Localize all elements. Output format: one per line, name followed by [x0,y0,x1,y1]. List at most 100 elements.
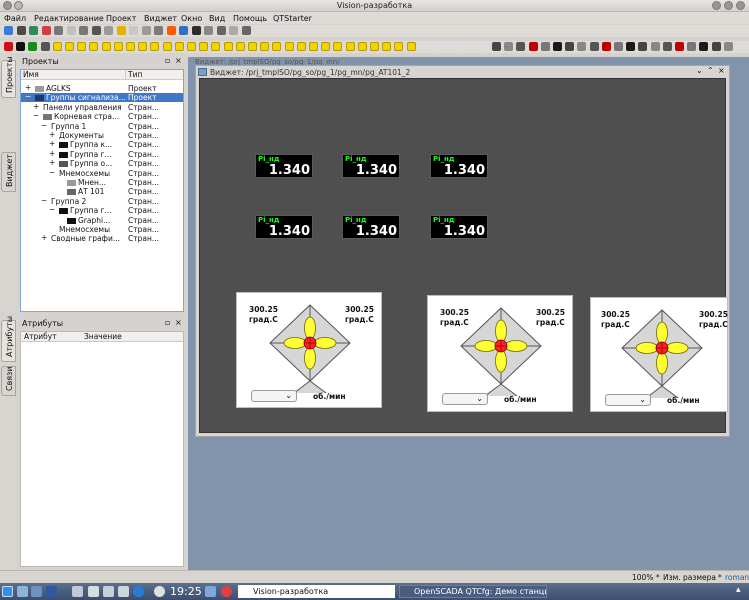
widget-library-icon[interactable] [650,42,660,51]
float-icon[interactable]: ▫ [165,56,170,65]
expand-toggle[interactable]: − [49,205,55,214]
tab-widget[interactable]: Виджет [1,152,16,192]
widget-library-icon[interactable] [126,42,135,51]
expand-toggle[interactable]: + [49,139,55,148]
terminal-icon[interactable] [31,586,42,597]
widget-library-icon[interactable] [150,42,160,51]
widget-library-icon[interactable] [28,42,38,51]
speed-select[interactable]: ⌄ [605,394,651,406]
widget-library-icon[interactable] [687,42,697,51]
tree-row[interactable]: + Группа к... Стран... [21,139,183,149]
toolbar-action-icon[interactable] [91,26,101,35]
widget-library-icon[interactable] [675,42,684,51]
tab-attributes[interactable]: Атрибуты [1,316,16,362]
widget-library-icon[interactable] [528,42,538,51]
menu-help[interactable]: Помощь [233,14,267,23]
toolbar-action-icon[interactable] [216,26,226,35]
expand-toggle[interactable]: + [33,102,39,111]
widget-library-icon[interactable] [333,42,343,51]
widget-library-icon[interactable] [199,42,209,51]
widget-library-icon[interactable] [540,42,550,51]
toolbar-action-icon[interactable] [41,26,51,35]
widget-library-icon[interactable] [174,42,184,51]
user-name[interactable]: roman [725,573,749,582]
start-menu-icon[interactable] [2,586,13,597]
tree-row[interactable]: Graphi... Стран... [21,216,183,225]
fan-widget[interactable]: 300.25 град.С 300.25 град.С ⌄ об./мин [236,292,382,408]
expand-toggle[interactable]: + [49,149,55,158]
fan-widget[interactable]: 300.25 град.С 300.25 град.С ⌄ об./мин [590,297,728,412]
widget-library-icon[interactable] [284,42,294,51]
toolbar-action-icon[interactable] [16,26,26,35]
widget-library-icon[interactable] [211,42,221,51]
toolbar-action-icon[interactable] [154,26,163,35]
toolbar-action-icon[interactable] [104,26,113,35]
toolbar-action-icon[interactable] [129,26,138,35]
tree-row[interactable]: − Группа 2 Стран... [21,196,183,206]
widget-library-icon[interactable] [577,42,587,51]
widget-library-icon[interactable] [553,42,562,51]
toolbar-action-icon[interactable] [191,26,201,35]
toolbar-action-icon[interactable] [204,26,213,35]
keyboard-icon[interactable] [103,586,114,597]
widget-library-icon[interactable] [699,42,709,51]
menu-window[interactable]: Окно [181,14,202,23]
value-display[interactable]: Pi_нд 1.340 [255,154,313,178]
network-icon[interactable] [88,586,99,597]
widget-library-icon[interactable] [467,42,477,51]
widget-library-icon[interactable] [357,42,367,51]
value-display[interactable]: Pi_нд 1.340 [342,215,400,239]
tree-row[interactable]: − Группы сигнализа... Проект [21,92,183,103]
expand-toggle[interactable]: − [41,121,47,130]
menu-file[interactable]: Файл [4,14,26,23]
widget-library-icon[interactable] [418,42,428,51]
toolbar-action-icon[interactable] [229,26,238,35]
value-display[interactable]: Pi_нд 1.340 [430,154,488,178]
widget-library-icon[interactable] [296,42,306,51]
tree-row[interactable]: + Сводные графи... Стран... [21,233,183,243]
float-icon[interactable]: ▫ [165,318,170,327]
toolbar-action-icon[interactable] [79,26,88,35]
widget-library-icon[interactable] [113,42,123,51]
menu-widget[interactable]: Виджет [144,14,177,23]
sub-maximize-icon[interactable]: ⌃ [707,66,714,75]
widget-library-icon[interactable] [504,42,514,51]
task-vision[interactable]: Vision-разработка [238,585,395,598]
expand-toggle[interactable]: + [49,130,55,139]
info-icon[interactable] [154,586,165,597]
tab-links[interactable]: Связи [1,366,16,396]
col-type[interactable]: Тип [125,70,183,80]
widget-library-icon[interactable] [431,42,440,51]
sub-close-icon[interactable]: × [718,66,725,75]
widget-library-icon[interactable] [77,42,87,51]
widget-library-icon[interactable] [138,42,148,51]
menu-project[interactable]: Проект [106,14,136,23]
value-display[interactable]: Pi_нд 1.340 [255,215,313,239]
widget-library-icon[interactable] [272,42,282,51]
widget-library-icon[interactable] [638,42,648,51]
speed-select[interactable]: ⌄ [251,390,297,402]
widget-library-icon[interactable] [321,42,331,51]
widget-library-icon[interactable] [309,42,318,51]
expand-toggle[interactable]: − [49,168,55,177]
widget-library-icon[interactable] [345,42,355,51]
widget-library-icon[interactable] [89,42,99,51]
tree-row[interactable]: + Документы Стран... [21,130,183,140]
col-value[interactable]: Значение [81,332,183,342]
clipboard-icon[interactable] [118,586,129,597]
power-icon[interactable] [221,586,232,597]
projects-tree[interactable]: Имя Тип + AGLKS Проект − Группы сигнализа...… [20,69,184,312]
widget-library-icon[interactable] [260,42,270,51]
toolbar-action-icon[interactable] [29,26,38,35]
widget-library-icon[interactable] [162,42,172,51]
widget-library-icon[interactable] [614,42,623,51]
tree-row[interactable]: − Группа 1 Стран... [21,121,183,131]
toolbar-action-icon[interactable] [179,26,188,35]
widget-library-icon[interactable] [235,42,245,51]
expand-toggle[interactable]: − [41,196,47,205]
tree-row[interactable]: + Группа г... Стран... [21,149,183,159]
sub-minimize-icon[interactable]: ⌄ [696,66,703,75]
toolbar-action-icon[interactable] [54,26,63,35]
widget-library-icon[interactable] [394,42,404,51]
close-icon[interactable] [736,1,745,10]
